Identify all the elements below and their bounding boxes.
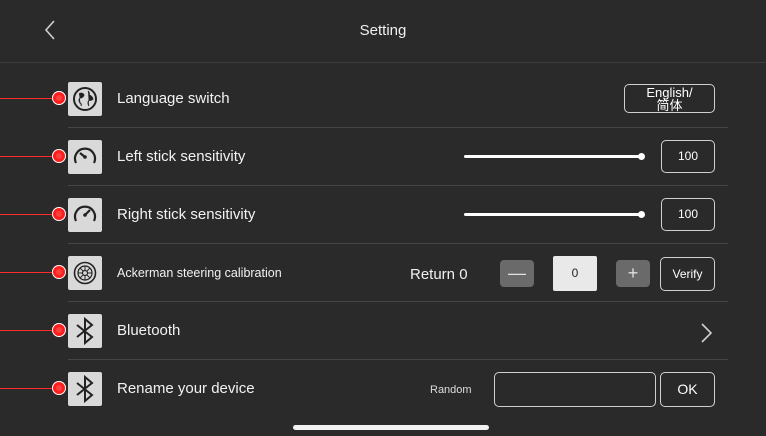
right-stick-slider[interactable] bbox=[464, 213, 642, 216]
row-right-stick-sensitivity: Right stick sensitivity bbox=[0, 186, 766, 244]
annotation-line bbox=[0, 388, 56, 389]
steering-wheel-icon bbox=[68, 256, 102, 290]
random-name-button[interactable]: Random bbox=[430, 384, 472, 396]
bluetooth-icon bbox=[68, 372, 102, 406]
chevron-right-icon bbox=[701, 323, 713, 343]
annotation-line bbox=[0, 214, 56, 215]
calibration-value: 0 bbox=[553, 256, 597, 291]
row-label: Bluetooth bbox=[117, 322, 181, 339]
row-ackerman-calibration: Ackerman steering calibration bbox=[0, 244, 766, 302]
ok-button[interactable]: OK bbox=[660, 372, 715, 407]
right-stick-slider-thumb[interactable] bbox=[638, 211, 645, 218]
left-stick-slider-thumb[interactable] bbox=[638, 153, 645, 160]
home-indicator[interactable] bbox=[293, 425, 489, 430]
increment-button[interactable]: + bbox=[616, 260, 650, 287]
left-stick-value[interactable]: 100 bbox=[661, 140, 715, 173]
annotation-marker bbox=[52, 91, 66, 105]
annotation-marker bbox=[52, 265, 66, 279]
row-bluetooth[interactable]: Bluetooth bbox=[0, 302, 766, 360]
annotation-marker bbox=[52, 381, 66, 395]
right-stick-value[interactable]: 100 bbox=[661, 198, 715, 231]
top-bar: Setting bbox=[0, 0, 766, 63]
row-label: Ackerman steering calibration bbox=[117, 266, 282, 280]
annotation-marker bbox=[52, 323, 66, 337]
annotation-line bbox=[0, 272, 56, 273]
gauge-low-icon bbox=[68, 140, 102, 174]
verify-button[interactable]: Verify bbox=[660, 257, 715, 291]
decrement-button[interactable]: — bbox=[500, 260, 534, 287]
row-label: Right stick sensitivity bbox=[117, 206, 256, 223]
row-left-stick-sensitivity: Left stick sensitivity bbox=[0, 128, 766, 186]
annotation-line bbox=[0, 330, 56, 331]
gauge-high-icon bbox=[68, 198, 102, 232]
annotation-marker bbox=[52, 207, 66, 221]
return-zero-label[interactable]: Return 0 bbox=[410, 266, 468, 283]
annotation-marker bbox=[52, 149, 66, 163]
row-label: Left stick sensitivity bbox=[117, 148, 246, 165]
row-label: Rename your device bbox=[117, 380, 255, 397]
device-name-input[interactable] bbox=[494, 372, 656, 407]
page-title: Setting bbox=[359, 22, 407, 39]
annotation-line bbox=[0, 98, 56, 99]
left-stick-slider[interactable] bbox=[464, 155, 642, 158]
row-label: Language switch bbox=[117, 90, 230, 107]
annotation-line bbox=[0, 156, 56, 157]
language-select-button[interactable]: English/ 简体 bbox=[624, 84, 715, 113]
bluetooth-open-button[interactable] bbox=[698, 320, 714, 346]
globe-icon bbox=[68, 82, 102, 116]
bluetooth-icon bbox=[68, 314, 102, 348]
